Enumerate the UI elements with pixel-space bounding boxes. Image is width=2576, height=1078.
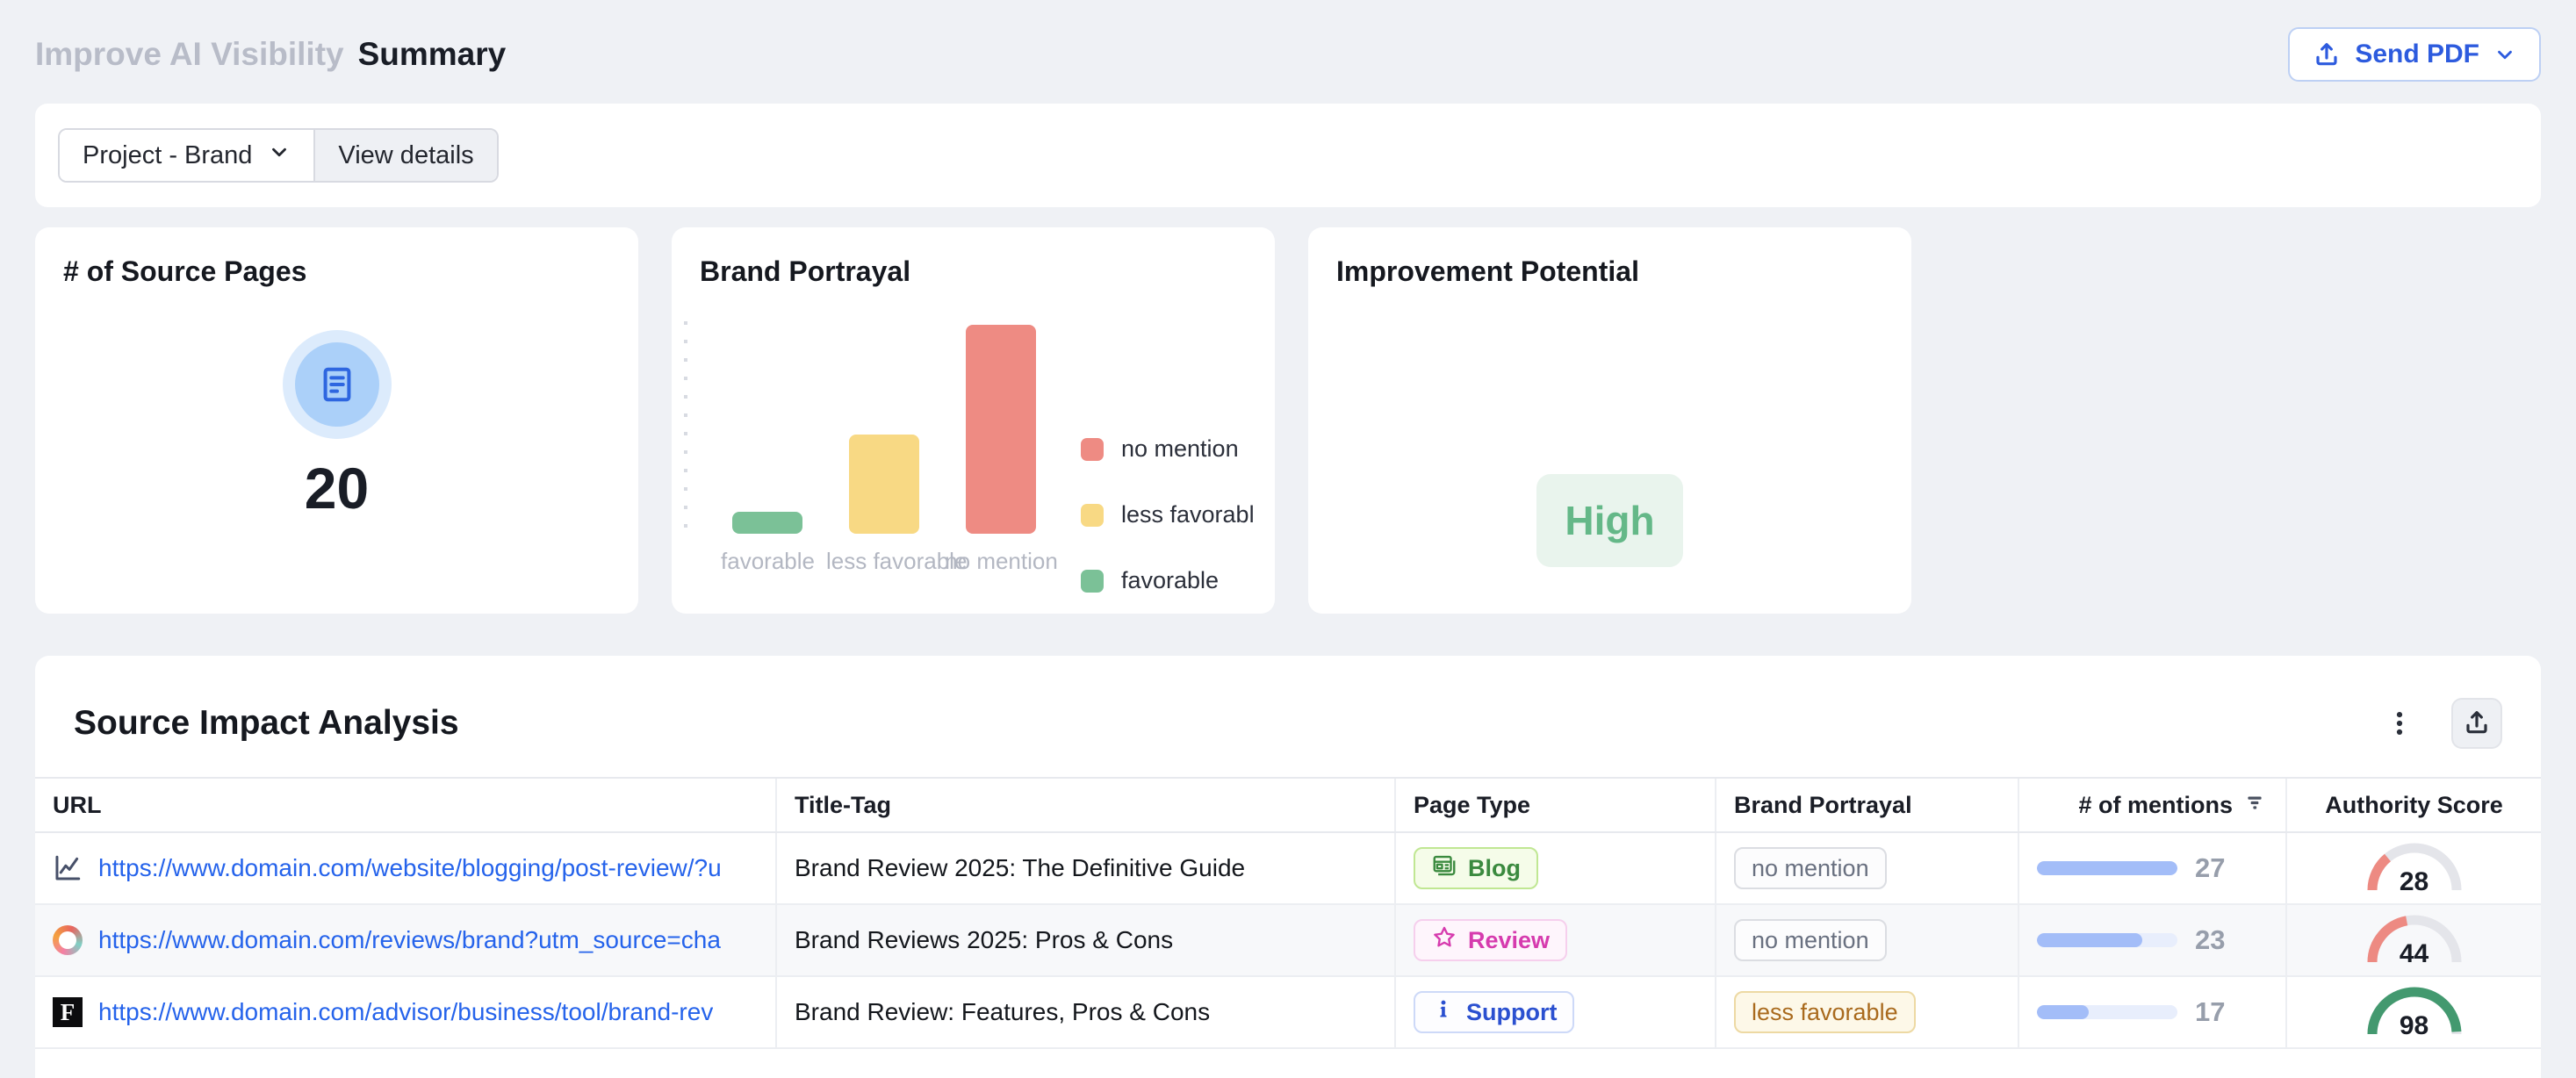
sort-icon[interactable] xyxy=(2243,791,2266,820)
kpi-cards-row: # of Source Pages 20 Brand Portrayal xyxy=(35,227,2541,614)
export-icon xyxy=(2463,708,2491,739)
source-impact-section: Source Impact Analysis URL Ti xyxy=(35,656,2541,1078)
title-tag-cell: Brand Review 2025: The Definitive Guide xyxy=(777,833,1396,903)
col-authority-score: Authority Score xyxy=(2287,779,2541,831)
blog-icon xyxy=(1431,852,1457,885)
portrayal-badge: no mention xyxy=(1734,847,1887,889)
chevron-down-icon xyxy=(2493,43,2516,66)
brand-portrayal-title: Brand Portrayal xyxy=(700,255,1247,288)
chevron-down-icon xyxy=(268,140,291,170)
x-label-favorable: favorable xyxy=(709,548,826,575)
info-icon xyxy=(1431,997,1456,1028)
col-page-type: Page Type xyxy=(1396,779,1716,831)
section-title: Source Impact Analysis xyxy=(74,704,459,743)
authority-score-gauge: 28 xyxy=(2365,841,2464,895)
source-url-link[interactable]: https://www.domain.com/advisor/business/… xyxy=(98,998,713,1026)
star-icon xyxy=(1431,924,1457,957)
project-selector[interactable]: Project - Brand xyxy=(60,130,313,181)
col-mentions[interactable]: # of mentions xyxy=(2019,779,2287,831)
source-url-link[interactable]: https://www.domain.com/reviews/brand?utm… xyxy=(98,926,721,954)
bar-less-favorable xyxy=(849,435,919,534)
legend-item: no mention xyxy=(1081,435,1255,463)
authority-score-gauge: 98 xyxy=(2365,985,2464,1039)
brand-portrayal-chart: favorable less favorable no mention no m… xyxy=(700,323,1247,594)
authority-score-value: 98 xyxy=(2365,1011,2464,1041)
col-brand-portrayal: Brand Portrayal xyxy=(1716,779,2019,831)
project-toolbar: Project - Brand View details xyxy=(35,104,2541,207)
export-button[interactable] xyxy=(2451,698,2502,749)
table-row: F https://www.domain.com/advisor/busines… xyxy=(35,977,2541,1049)
improvement-potential-card: Improvement Potential High xyxy=(1308,227,1911,614)
dashboard-page: Improve AI Visibility Summary Send PDF P… xyxy=(0,0,2576,1078)
brand-portrayal-card: Brand Portrayal favorable less favorable… xyxy=(672,227,1275,614)
chart-legend: no mention less favorable favorable xyxy=(1081,435,1255,594)
legend-item: favorable xyxy=(1081,567,1255,594)
view-details-button[interactable]: View details xyxy=(313,130,496,181)
forbes-favicon: F xyxy=(53,997,83,1027)
x-axis-labels: favorable less favorable no mention xyxy=(700,548,1060,575)
breadcrumb: Improve AI Visibility Summary xyxy=(35,36,506,73)
upload-icon xyxy=(2313,40,2341,68)
title-tag-cell: Brand Reviews 2025: Pros & Cons xyxy=(777,905,1396,975)
swirl-favicon xyxy=(53,925,83,955)
mentions-bar xyxy=(2037,1005,2177,1019)
page-type-badge: Review xyxy=(1414,919,1567,961)
source-pages-title: # of Source Pages xyxy=(63,255,610,288)
y-axis-ticks xyxy=(684,321,687,539)
source-pages-value: 20 xyxy=(305,455,369,521)
table-header: URL Title-Tag Page Type Brand Portrayal … xyxy=(35,777,2541,833)
source-url-link[interactable]: https://www.domain.com/website/blogging/… xyxy=(98,854,722,882)
x-label-less-favorable: less favorable xyxy=(826,548,943,575)
document-icon xyxy=(283,330,392,439)
legend-item: less favorable xyxy=(1081,501,1255,528)
send-pdf-button[interactable]: Send PDF xyxy=(2288,27,2541,82)
page-title: Summary xyxy=(358,36,507,73)
source-pages-card: # of Source Pages 20 xyxy=(35,227,638,614)
kebab-menu-icon[interactable] xyxy=(2378,701,2421,745)
legend-swatch-no-mention xyxy=(1081,438,1104,461)
improvement-potential-title: Improvement Potential xyxy=(1336,255,1883,288)
page-type-badge: Blog xyxy=(1414,847,1538,889)
portrayal-badge: no mention xyxy=(1734,919,1887,961)
x-label-no-mention: no mention xyxy=(943,548,1060,575)
mentions-value: 23 xyxy=(2195,924,2225,956)
mentions-bar xyxy=(2037,933,2177,947)
bar-favorable xyxy=(732,512,802,534)
table-row: https://www.domain.com/reviews/brand?utm… xyxy=(35,905,2541,977)
table-row: https://www.domain.com/website/blogging/… xyxy=(35,833,2541,905)
authority-score-value: 44 xyxy=(2365,939,2464,969)
title-tag-cell: Brand Review: Features, Pros & Cons xyxy=(777,977,1396,1047)
bar-no-mention xyxy=(966,325,1036,534)
mentions-bar xyxy=(2037,861,2177,875)
col-title-tag: Title-Tag xyxy=(777,779,1396,831)
authority-score-gauge: 44 xyxy=(2365,913,2464,967)
project-segmented-control: Project - Brand View details xyxy=(58,128,499,183)
legend-swatch-favorable xyxy=(1081,570,1104,593)
line-chart-favicon xyxy=(53,853,83,883)
improvement-potential-value: High xyxy=(1536,474,1682,567)
portrayal-badge: less favorable xyxy=(1734,991,1916,1033)
authority-score-value: 28 xyxy=(2365,867,2464,897)
mentions-value: 17 xyxy=(2195,996,2225,1028)
col-url: URL xyxy=(35,779,777,831)
send-pdf-label: Send PDF xyxy=(2355,40,2479,69)
page-type-badge: Support xyxy=(1414,991,1574,1033)
breadcrumb-parent[interactable]: Improve AI Visibility xyxy=(35,36,344,73)
project-selector-label: Project - Brand xyxy=(83,141,252,170)
legend-swatch-less-favorable xyxy=(1081,504,1104,527)
page-header: Improve AI Visibility Summary Send PDF xyxy=(35,0,2541,104)
mentions-value: 27 xyxy=(2195,852,2225,884)
